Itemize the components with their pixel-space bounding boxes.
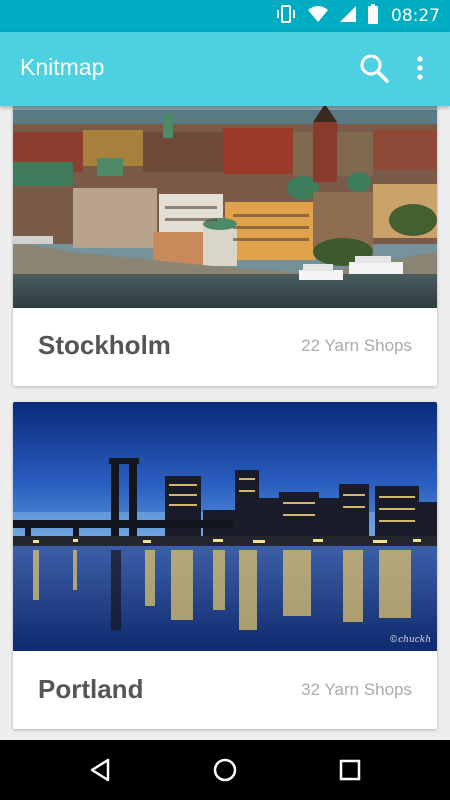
- stockholm-photo: [13, 106, 437, 308]
- city-name: Portland: [38, 674, 144, 704]
- yarn-shop-count: 22 Yarn Shops: [301, 336, 412, 355]
- wifi-icon: [307, 5, 329, 28]
- home-icon: [213, 758, 237, 782]
- city-list[interactable]: Stockholm 22 Yarn Shops ©chuckh Portland…: [0, 106, 450, 740]
- back-icon: [90, 758, 110, 782]
- app-title: Knitmap: [20, 54, 105, 80]
- more-vert-icon: [417, 56, 423, 80]
- more-options-button[interactable]: [408, 54, 432, 82]
- status-bar: 08:27: [0, 0, 450, 32]
- status-time: 08:27: [391, 6, 440, 26]
- recents-button[interactable]: [336, 756, 364, 784]
- image-credit: ©chuckh: [389, 635, 431, 645]
- navigation-bar: [0, 740, 450, 800]
- battery-icon: [367, 3, 379, 29]
- city-name: Stockholm: [38, 330, 171, 360]
- signal-icon: [339, 5, 357, 28]
- portland-photo: ©chuckh: [13, 402, 437, 651]
- yarn-shop-count: 32 Yarn Shops: [301, 680, 412, 699]
- recents-icon: [339, 759, 361, 781]
- home-button[interactable]: [211, 756, 239, 784]
- search-icon: [360, 54, 389, 83]
- search-button[interactable]: [358, 52, 390, 84]
- vibrate-icon: [275, 4, 297, 28]
- back-button[interactable]: [86, 756, 114, 784]
- city-card-stockholm[interactable]: Stockholm 22 Yarn Shops: [13, 106, 437, 386]
- city-card-portland[interactable]: ©chuckh Portland 32 Yarn Shops: [13, 402, 437, 729]
- app-bar: Knitmap: [0, 32, 450, 106]
